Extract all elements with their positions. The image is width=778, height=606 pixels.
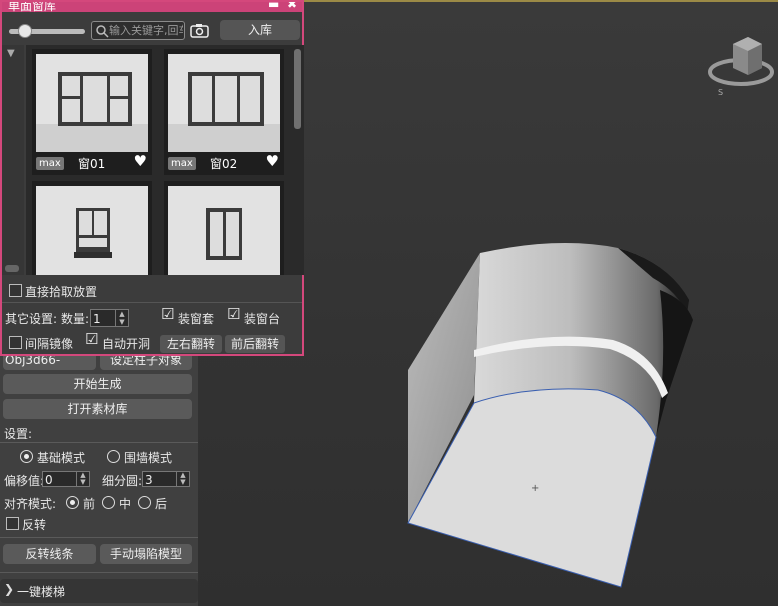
direct-pick-checkbox[interactable] <box>9 284 22 297</box>
offset-value: 0 <box>45 473 53 487</box>
subdiv-label: 细分圆: <box>102 474 143 488</box>
install-frame-label: 装窗套 <box>178 312 215 326</box>
search-icon <box>96 25 109 38</box>
svg-text:S: S <box>718 88 723 97</box>
library-item[interactable]: max 窗01 ♥ <box>32 49 152 175</box>
dialog-title: 单面窗库 <box>8 2 57 12</box>
spacing-mirror-checkbox[interactable] <box>9 336 22 349</box>
view-cube-icon[interactable]: S <box>708 30 778 100</box>
svg-text:+: + <box>531 483 539 494</box>
window-thumbnail <box>168 186 280 275</box>
category-sidebar[interactable]: ▼ <box>2 45 24 275</box>
subdiv-spinner[interactable]: 3 ▲ ▼ <box>142 471 190 487</box>
reverse-checkbox[interactable] <box>6 517 19 530</box>
direct-pick-label: 直接拾取放置 <box>25 285 98 299</box>
settings-label: 设置: <box>4 427 33 441</box>
thumbnail-gallery: max 窗01 ♥ max 窗02 ♥ <box>26 45 292 275</box>
close-icon[interactable]: ✖ <box>287 2 297 11</box>
align-front-label: 前 <box>83 497 96 511</box>
window-thumbnail-image <box>36 186 148 275</box>
window-thumbnail-image <box>36 54 148 152</box>
mode-wall-label: 围墙模式 <box>124 451 173 465</box>
window-thumbnail <box>168 54 280 152</box>
store-button[interactable]: 入库 <box>220 20 300 40</box>
offset-spinner[interactable]: 0 ▲ ▼ <box>42 471 90 487</box>
rollout-stairs-label: 一键楼梯 <box>17 585 66 599</box>
start-generate-button[interactable]: 开始生成 <box>3 374 192 394</box>
chevron-right-icon: ❯ <box>4 582 15 596</box>
spinner-arrows-icon[interactable]: ▲ ▼ <box>176 472 189 486</box>
sidebar-scrollbar[interactable] <box>5 265 19 272</box>
spinner-arrows-icon[interactable]: ▲ ▼ <box>76 472 89 486</box>
align-front-radio[interactable] <box>66 496 79 509</box>
search-input[interactable] <box>109 23 183 38</box>
align-mid-label: 中 <box>119 497 132 511</box>
auto-hole-label: 自动开洞 <box>102 337 151 351</box>
spacing-mirror-label: 间隔镜像 <box>25 337 74 351</box>
dialog-titlebar[interactable]: 单面窗库 ▬ ✖ <box>2 2 302 12</box>
favorite-heart-icon[interactable]: ♥ <box>266 152 279 170</box>
auto-hole-checkbox[interactable]: ☑ <box>85 332 98 347</box>
item-name: 窗01 <box>78 157 106 171</box>
install-sill-checkbox[interactable]: ☑ <box>227 307 240 322</box>
reverse-label: 反转 <box>22 518 47 532</box>
minimize-icon[interactable]: ▬ <box>268 2 279 11</box>
reverse-line-button[interactable]: 反转线条 <box>3 544 96 564</box>
other-settings-label: 其它设置: <box>5 312 58 326</box>
item-name: 窗02 <box>210 157 238 171</box>
divider <box>2 302 302 303</box>
divider <box>0 537 198 538</box>
install-frame-checkbox[interactable]: ☑ <box>161 307 174 322</box>
align-back-radio[interactable] <box>138 496 151 509</box>
window-thumbnail <box>36 54 148 152</box>
format-badge: max <box>36 157 64 170</box>
rollout-stairs-header[interactable]: ❯ 一键楼梯 <box>0 579 198 603</box>
mode-basic-radio[interactable] <box>20 450 33 463</box>
count-value: 1 <box>93 312 101 326</box>
install-sill-label: 装窗台 <box>244 312 281 326</box>
spinner-arrows-icon[interactable]: ▲ ▼ <box>115 310 128 326</box>
flip-left-right-button[interactable]: 左右翻转 <box>160 335 222 353</box>
library-item[interactable] <box>164 181 284 275</box>
align-back-label: 后 <box>155 497 168 511</box>
library-item[interactable] <box>32 181 152 275</box>
mode-basic-label: 基础模式 <box>37 451 86 465</box>
chevron-down-icon[interactable]: ▼ <box>7 48 15 59</box>
flip-front-back-button[interactable]: 前后翻转 <box>225 335 285 353</box>
count-spinner[interactable]: 1 ▲ ▼ <box>90 309 129 327</box>
divider <box>0 442 198 443</box>
format-badge: max <box>168 157 196 170</box>
gallery-scroll-thumb[interactable] <box>294 49 301 129</box>
search-box[interactable] <box>91 21 185 40</box>
divider <box>0 572 198 573</box>
camera-icon[interactable] <box>190 23 210 39</box>
window-thumbnail-image <box>168 186 280 275</box>
window-thumbnail <box>36 186 148 275</box>
library-item[interactable]: max 窗02 ♥ <box>164 49 284 175</box>
open-library-button[interactable]: 打开素材库 <box>3 399 192 419</box>
subdiv-value: 3 <box>145 473 153 487</box>
count-label: 数量: <box>61 312 90 326</box>
mode-wall-radio[interactable] <box>107 450 120 463</box>
align-mid-radio[interactable] <box>102 496 115 509</box>
window-library-dialog: 单面窗库 ▬ ✖ 入库 ▼ <box>0 0 304 356</box>
favorite-heart-icon[interactable]: ♥ <box>134 152 147 170</box>
offset-label: 偏移值: <box>4 474 45 488</box>
slider-handle[interactable] <box>18 24 32 38</box>
manual-collapse-button[interactable]: 手动塌陷模型 <box>100 544 192 564</box>
window-thumbnail-image <box>168 54 280 152</box>
align-label: 对齐模式: <box>4 497 57 511</box>
